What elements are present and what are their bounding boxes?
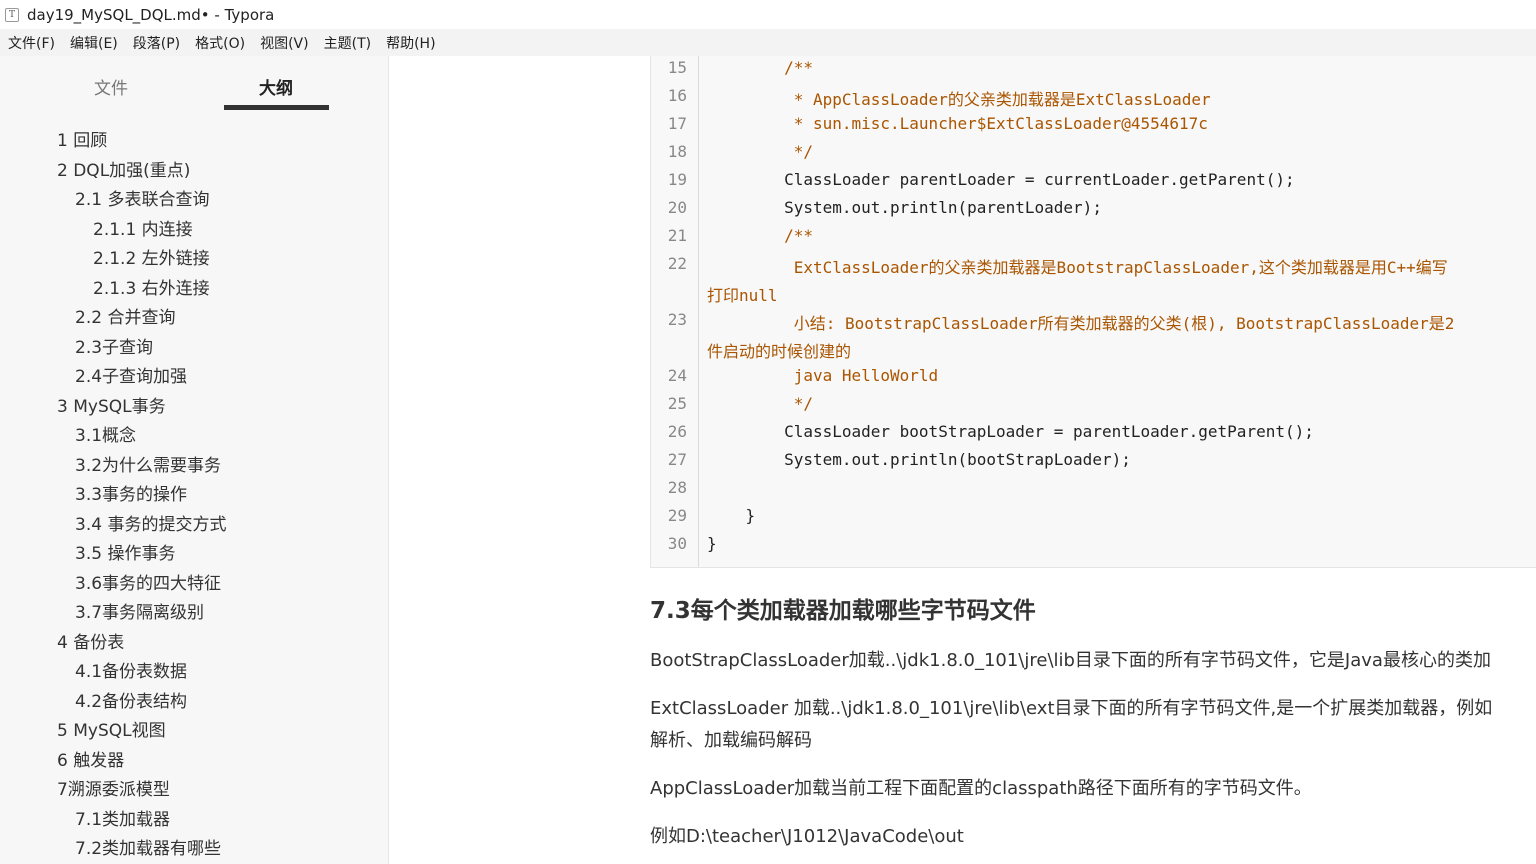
tab-files[interactable]: 文件: [94, 74, 128, 99]
menu-view[interactable]: 视图(V): [255, 33, 314, 53]
outline-item[interactable]: 2.2 合并查询: [75, 303, 175, 328]
sidebar: 文件 大纲 1 回顾 2 DQL加强(重点) 2.1 多表联合查询 2.1.1 内连接…: [0, 56, 389, 864]
code-line[interactable]: 打印null: [707, 282, 778, 306]
outline-item[interactable]: 4.2备份表结构: [75, 687, 187, 712]
code-line[interactable]: /**: [707, 226, 813, 245]
typora-app-icon: T: [5, 7, 19, 22]
outline-item[interactable]: 7溯源委派模型: [57, 775, 170, 800]
window-title: day19_MySQL_DQL.md• - Typora: [27, 5, 275, 24]
outline-item[interactable]: 2.4子查询加强: [75, 362, 187, 387]
line-number: 22: [667, 254, 687, 273]
active-tab-indicator: [224, 105, 329, 110]
code-line[interactable]: }: [707, 534, 717, 553]
code-line[interactable]: java HelloWorld: [707, 366, 939, 385]
outline-item[interactable]: 2.1 多表联合查询: [75, 185, 209, 210]
tab-outline[interactable]: 大纲: [259, 74, 293, 99]
line-number: 16: [667, 86, 687, 105]
outline-item[interactable]: 2.1.1 内连接: [93, 215, 193, 240]
code-line[interactable]: ClassLoader bootStrapLoader = parentLoad…: [707, 422, 1314, 441]
code-line[interactable]: /**: [707, 58, 813, 77]
line-number: 30: [667, 534, 687, 553]
line-number: 20: [667, 198, 687, 217]
line-number: 19: [667, 170, 687, 189]
editor-pane[interactable]: 15 16 17 18 19 20 21 22 23 24 25 26 27 28 29 30 /** * A…: [390, 56, 1536, 864]
section-heading: 7.3每个类加载器加载哪些字节码文件: [650, 598, 1036, 624]
menu-bar: 文件(F) 编辑(E) 段落(P) 格式(O) 视图(V) 主题(T) 帮助(H…: [0, 29, 1536, 56]
line-number-gutter: 15 16 17 18 19 20 21 22 23 24 25 26 27 28 29 30: [651, 56, 699, 567]
code-line[interactable]: System.out.println(parentLoader);: [707, 198, 1102, 217]
line-number: 18: [667, 142, 687, 161]
line-number: 28: [667, 478, 687, 497]
title-bar: T day19_MySQL_DQL.md• - Typora: [0, 0, 1536, 29]
outline-item[interactable]: 7.2类加载器有哪些: [75, 834, 221, 859]
line-number: 15: [667, 58, 687, 77]
code-block[interactable]: 15 16 17 18 19 20 21 22 23 24 25 26 27 28 29 30 /** * A…: [650, 56, 1536, 568]
outline-item[interactable]: 4.1备份表数据: [75, 657, 187, 682]
line-number: 27: [667, 450, 687, 469]
paragraph: 例如D:\teacher\J1012\JavaCode\out: [650, 826, 964, 847]
outline-item[interactable]: 3.1概念: [75, 421, 136, 446]
outline-item[interactable]: 5 MySQL视图: [57, 716, 166, 741]
code-line[interactable]: ClassLoader parentLoader = currentLoader…: [707, 170, 1295, 189]
outline-item[interactable]: 6 触发器: [57, 746, 124, 771]
sidebar-tabs: 文件 大纲: [0, 56, 388, 112]
line-number: 21: [667, 226, 687, 245]
code-line[interactable]: 小结: BootstrapClassLoader所有类加载器的父类(根), Bo…: [707, 310, 1455, 334]
line-number: 24: [667, 366, 687, 385]
line-number: 26: [667, 422, 687, 441]
menu-edit[interactable]: 编辑(E): [65, 33, 123, 53]
outline-item[interactable]: 2 DQL加强(重点): [57, 156, 190, 181]
outline-item[interactable]: 2.1.2 左外链接: [93, 244, 210, 269]
paragraph: 解析、加载编码解码: [650, 730, 812, 751]
code-line[interactable]: 件启动的时候创建的: [707, 338, 851, 362]
outline-item[interactable]: 7.1类加载器: [75, 805, 170, 830]
line-number: 29: [667, 506, 687, 525]
outline-item[interactable]: 3 MySQL事务: [57, 392, 166, 417]
menu-file[interactable]: 文件(F): [3, 33, 60, 53]
paragraph: ExtClassLoader 加载..\jdk1.8.0_101\jre\lib…: [650, 698, 1493, 719]
outline-item[interactable]: 4 备份表: [57, 628, 124, 653]
line-number: 25: [667, 394, 687, 413]
code-line[interactable]: * sun.misc.Launcher$ExtClassLoader@45546…: [707, 114, 1208, 133]
outline-item[interactable]: 1 回顾: [57, 126, 107, 151]
menu-paragraph[interactable]: 段落(P): [128, 33, 185, 53]
code-line[interactable]: */: [707, 394, 813, 413]
code-line[interactable]: */: [707, 142, 813, 161]
menu-format[interactable]: 格式(O): [190, 33, 250, 53]
paragraph: AppClassLoader加载当前工程下面配置的classpath路径下面所有…: [650, 778, 1312, 799]
code-line[interactable]: * AppClassLoader的父亲类加载器是ExtClassLoader: [707, 86, 1211, 110]
outline-item[interactable]: 3.7事务隔离级别: [75, 598, 204, 623]
outline-item[interactable]: 3.5 操作事务: [75, 539, 175, 564]
paragraph: BootStrapClassLoader加载..\jdk1.8.0_101\jr…: [650, 650, 1491, 671]
code-line[interactable]: }: [707, 506, 756, 525]
outline-item[interactable]: 2.3子查询: [75, 333, 153, 358]
outline-item[interactable]: 2.1.3 右外连接: [93, 274, 210, 299]
outline-item[interactable]: 3.6事务的四大特征: [75, 569, 221, 594]
outline-item[interactable]: 3.4 事务的提交方式: [75, 510, 226, 535]
menu-help[interactable]: 帮助(H): [381, 33, 440, 53]
code-line[interactable]: System.out.println(bootStrapLoader);: [707, 450, 1131, 469]
line-number: 17: [667, 114, 687, 133]
outline-item[interactable]: 3.3事务的操作: [75, 480, 187, 505]
menu-theme[interactable]: 主题(T): [319, 33, 376, 53]
line-number: 23: [667, 310, 687, 329]
outline-item[interactable]: 3.2为什么需要事务: [75, 451, 221, 476]
code-line[interactable]: ExtClassLoader的父亲类加载器是BootstrapClassLoad…: [707, 254, 1448, 278]
